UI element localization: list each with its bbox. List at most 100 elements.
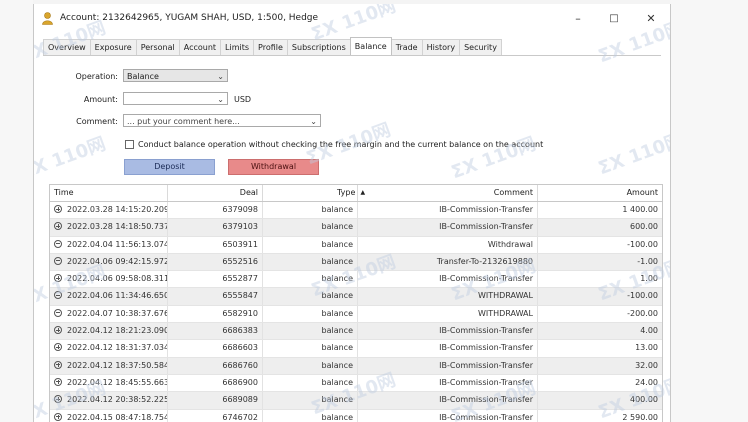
cell-time: 2022.04.15 08:47:18.754 — [50, 409, 168, 422]
cell-time-text: 2022.04.06 09:42:15.972 — [67, 256, 168, 266]
tab-strip: Overview Exposure Personal Account Limit… — [43, 37, 661, 56]
operation-value: Balance — [127, 72, 159, 81]
cell-comment: IB-Commission-Transfer — [358, 374, 538, 392]
tab-overview[interactable]: Overview — [43, 39, 91, 55]
cell-type: balance — [263, 392, 358, 409]
account-user-icon — [42, 12, 53, 25]
cell-deal: 6555847 — [168, 288, 263, 305]
withdrawal-button[interactable]: Withdrawal — [228, 159, 319, 175]
col-comment-header[interactable]: Comment — [358, 185, 538, 201]
cell-amount: -1.00 — [637, 256, 658, 266]
tab-limits[interactable]: Limits — [220, 39, 255, 55]
plus-circle-icon — [54, 326, 62, 335]
cell-time: 2022.04.12 18:45:55.663 — [50, 374, 168, 392]
cell-amount: 2 590.00 — [622, 412, 658, 422]
cell-comment: IB-Commission-Transfer — [358, 271, 538, 288]
table-row[interactable]: 2022.04.12 18:31:37.034 6686603 balance IB-… — [50, 340, 662, 358]
background-left — [0, 0, 33, 422]
tab-exposure[interactable]: Exposure — [89, 39, 137, 55]
minimize-button[interactable]: – — [567, 10, 589, 28]
comment-input[interactable]: ... put your comment here... ⌄ — [123, 114, 321, 127]
no-margin-check-label: Conduct balance operation without checki… — [138, 140, 544, 149]
cell-time: 2022.04.06 09:58:08.311 — [50, 271, 168, 288]
no-margin-check-checkbox[interactable] — [125, 140, 134, 149]
amount-input[interactable]: ⌄ — [123, 92, 228, 105]
cell-amount: 1 400.00 — [622, 205, 658, 214]
cell-type: balance — [263, 288, 358, 305]
col-amount-header[interactable]: Amount — [538, 185, 662, 201]
close-button[interactable]: ✕ — [640, 10, 662, 28]
cell-time-text: 2022.03.28 14:18:50.737 — [67, 222, 168, 232]
cell-comment: IB-Commission-Transfer — [358, 323, 538, 340]
cell-time: 2022.04.04 11:56:13.074 — [50, 236, 168, 253]
maximize-button[interactable]: □ — [603, 10, 625, 28]
table-row[interactable]: 2022.04.06 09:58:08.311 6552877 balance IB-… — [50, 271, 662, 289]
table-row[interactable]: 2022.04.04 11:56:13.074 6503911 balance Wit… — [50, 236, 662, 254]
col-time-header[interactable]: Time — [50, 185, 168, 201]
tab-security[interactable]: Security — [459, 39, 502, 55]
cell-deal: 6686383 — [168, 323, 263, 340]
tab-profile[interactable]: Profile — [253, 39, 288, 55]
table-row[interactable]: 2022.03.28 14:15:20.209 6379098 balance IB-… — [50, 202, 662, 220]
tab-personal[interactable]: Personal — [135, 39, 180, 55]
cell-deal: 6379103 — [168, 219, 263, 236]
amount-label: Amount: — [83, 95, 118, 104]
cell-comment: WITHDRAWAL — [358, 288, 538, 305]
cell-time: 2022.03.28 14:15:20.209 — [50, 202, 168, 219]
cell-amount: 13.00 — [635, 343, 658, 353]
cell-type: balance — [263, 409, 358, 422]
table-row[interactable]: 2022.04.12 18:21:23.090 6686383 balance IB-… — [50, 323, 662, 341]
cell-type: balance — [263, 374, 358, 392]
minus-circle-icon — [54, 256, 62, 265]
table-body: 2022.03.28 14:15:20.209 6379098 balance IB-… — [50, 202, 662, 422]
table-row[interactable]: 2022.03.28 14:18:50.737 6379103 balance IB-… — [50, 219, 662, 237]
tab-balance[interactable]: Balance — [349, 37, 392, 55]
plus-circle-icon — [54, 377, 62, 386]
cell-comment: IB-Commission-Transfer — [358, 409, 538, 422]
cell-amount: -100.00 — [627, 291, 658, 301]
operation-select[interactable]: Balance ⌄ — [123, 69, 228, 82]
cell-deal: 6686603 — [168, 340, 263, 357]
cell-amount: 1.00 — [640, 274, 658, 284]
col-deal-header[interactable]: Deal — [168, 185, 263, 201]
tab-trade[interactable]: Trade — [390, 39, 423, 55]
cell-type: balance — [263, 340, 358, 357]
cell-comment: Withdrawal — [358, 236, 538, 253]
background-right — [670, 0, 748, 422]
operation-label: Operation: — [75, 72, 118, 81]
table-row[interactable]: 2022.04.12 20:38:52.225 6689089 balance IB-… — [50, 392, 662, 410]
col-type-header[interactable]: Type ▲ — [263, 185, 365, 201]
plus-circle-icon — [54, 222, 62, 231]
cell-type: balance — [263, 305, 358, 323]
table-row[interactable]: 2022.04.12 18:37:50.584 6686760 balance IB-… — [50, 357, 662, 375]
cell-time-text: 2022.04.12 20:38:52.225 — [67, 395, 168, 405]
table-row[interactable]: 2022.04.12 18:45:55.663 6686900 balance IB-… — [50, 374, 662, 393]
cell-amount: 4.00 — [640, 326, 658, 336]
cell-deal: 6552516 — [168, 253, 263, 271]
table-row[interactable]: 2022.04.07 10:38:37.676 6582910 balance WIT… — [50, 305, 662, 324]
cell-comment: Transfer-To-2132619880 — [358, 253, 538, 271]
table-row[interactable]: 2022.04.06 11:34:46.650 6555847 balance WIT… — [50, 288, 662, 306]
cell-comment: IB-Commission-Transfer — [358, 340, 538, 357]
window-title: Account: 2132642965, YUGAM SHAH, USD, 1:… — [60, 13, 319, 23]
cell-deal: 6686900 — [168, 374, 263, 392]
minus-circle-icon — [54, 291, 62, 300]
cell-amount: 24.00 — [635, 377, 658, 387]
plus-circle-icon — [54, 274, 62, 283]
cell-time-text: 2022.03.28 14:15:20.209 — [67, 205, 168, 214]
cell-type: balance — [263, 219, 358, 236]
cell-time-text: 2022.04.04 11:56:13.074 — [67, 239, 168, 249]
minus-circle-icon — [54, 308, 62, 317]
plus-circle-icon — [54, 395, 62, 404]
plus-circle-icon — [54, 412, 62, 421]
deposit-button[interactable]: Deposit — [124, 159, 215, 175]
cell-time-text: 2022.04.12 18:45:55.663 — [67, 377, 168, 387]
tab-subscriptions[interactable]: Subscriptions — [286, 39, 351, 55]
tab-account[interactable]: Account — [178, 39, 222, 55]
chevron-down-icon: ⌄ — [217, 95, 224, 104]
table-row[interactable]: 2022.04.06 09:42:15.972 6552516 balance Tra… — [50, 253, 662, 272]
title-bar: Account: 2132642965, YUGAM SHAH, USD, 1:… — [34, 4, 670, 34]
tab-history[interactable]: History — [421, 39, 461, 55]
cell-amount: 400.00 — [630, 395, 658, 405]
table-row[interactable]: 2022.04.15 08:47:18.754 6746702 balance IB-… — [50, 409, 662, 422]
